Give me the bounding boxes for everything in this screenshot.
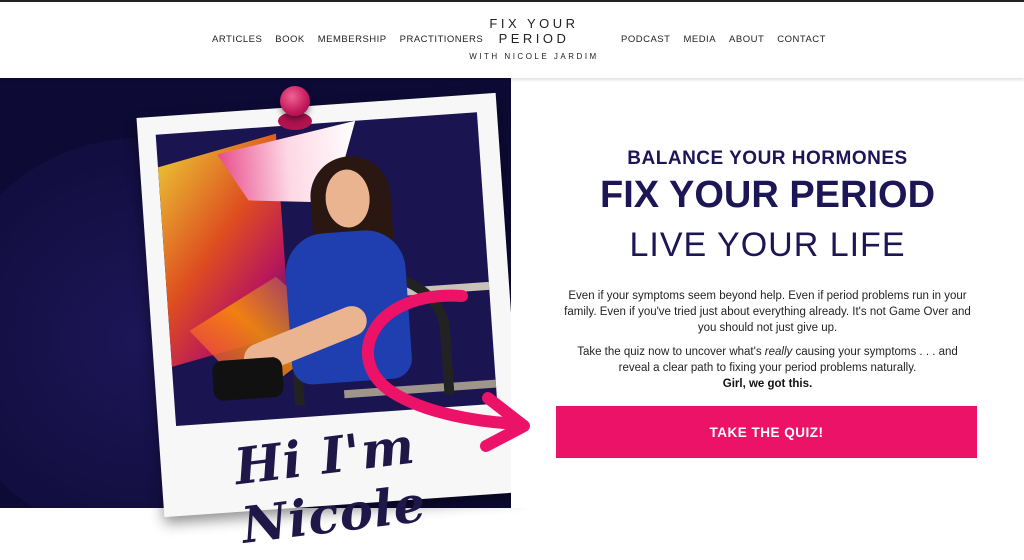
logo-tagline: WITH NICOLE JARDIM xyxy=(469,52,599,61)
primary-nav-left: ARTICLES BOOK MEMBERSHIP PRACTITIONERS xyxy=(212,34,483,45)
site-logo[interactable]: FIX YOUR PERIOD WITH NICOLE JARDIM xyxy=(464,16,604,61)
nav-about[interactable]: ABOUT xyxy=(729,34,764,45)
handwritten-caption: Hi I'm Nicole xyxy=(231,415,430,555)
logo-line-2: PERIOD xyxy=(498,31,570,46)
nicole-photo xyxy=(155,112,498,427)
hero-paragraph-1: Even if your symptoms seem beyond help. … xyxy=(564,290,971,334)
person-boots xyxy=(211,356,285,402)
hero-copy-panel: BALANCE YOUR HORMONES FIX YOUR PERIOD LI… xyxy=(511,78,1024,508)
hero-paragraph-2-emphasis: really xyxy=(764,346,793,358)
nav-articles[interactable]: ARTICLES xyxy=(212,34,262,45)
nav-media[interactable]: MEDIA xyxy=(683,34,716,45)
primary-nav-right: PODCAST MEDIA ABOUT CONTACT xyxy=(621,34,826,45)
hero-paragraph-2: Take the quiz now to uncover what's real… xyxy=(561,344,974,376)
site-header: ARTICLES BOOK MEMBERSHIP PRACTITIONERS F… xyxy=(0,2,1024,78)
hero-subheading: BALANCE YOUR HORMONES xyxy=(627,148,908,169)
take-quiz-button[interactable]: TAKE THE QUIZ! xyxy=(556,406,977,458)
nav-contact[interactable]: CONTACT xyxy=(777,34,826,45)
hero-paragraph-2-start: Take the quiz now to uncover what's xyxy=(577,346,765,358)
pushpin-icon xyxy=(280,86,310,116)
nav-podcast[interactable]: PODCAST xyxy=(621,34,670,45)
hero-paragraph-3: Girl, we got this. xyxy=(722,378,813,390)
polaroid-frame: Hi I'm Nicole xyxy=(136,92,524,555)
hero-heading: FIX YOUR PERIOD xyxy=(599,174,936,216)
nav-membership[interactable]: MEMBERSHIP xyxy=(318,34,387,45)
hero-heading-secondary: LIVE YOUR LIFE xyxy=(629,226,906,264)
nav-book[interactable]: BOOK xyxy=(275,34,304,45)
logo-line-1: FIX YOUR xyxy=(489,16,579,31)
